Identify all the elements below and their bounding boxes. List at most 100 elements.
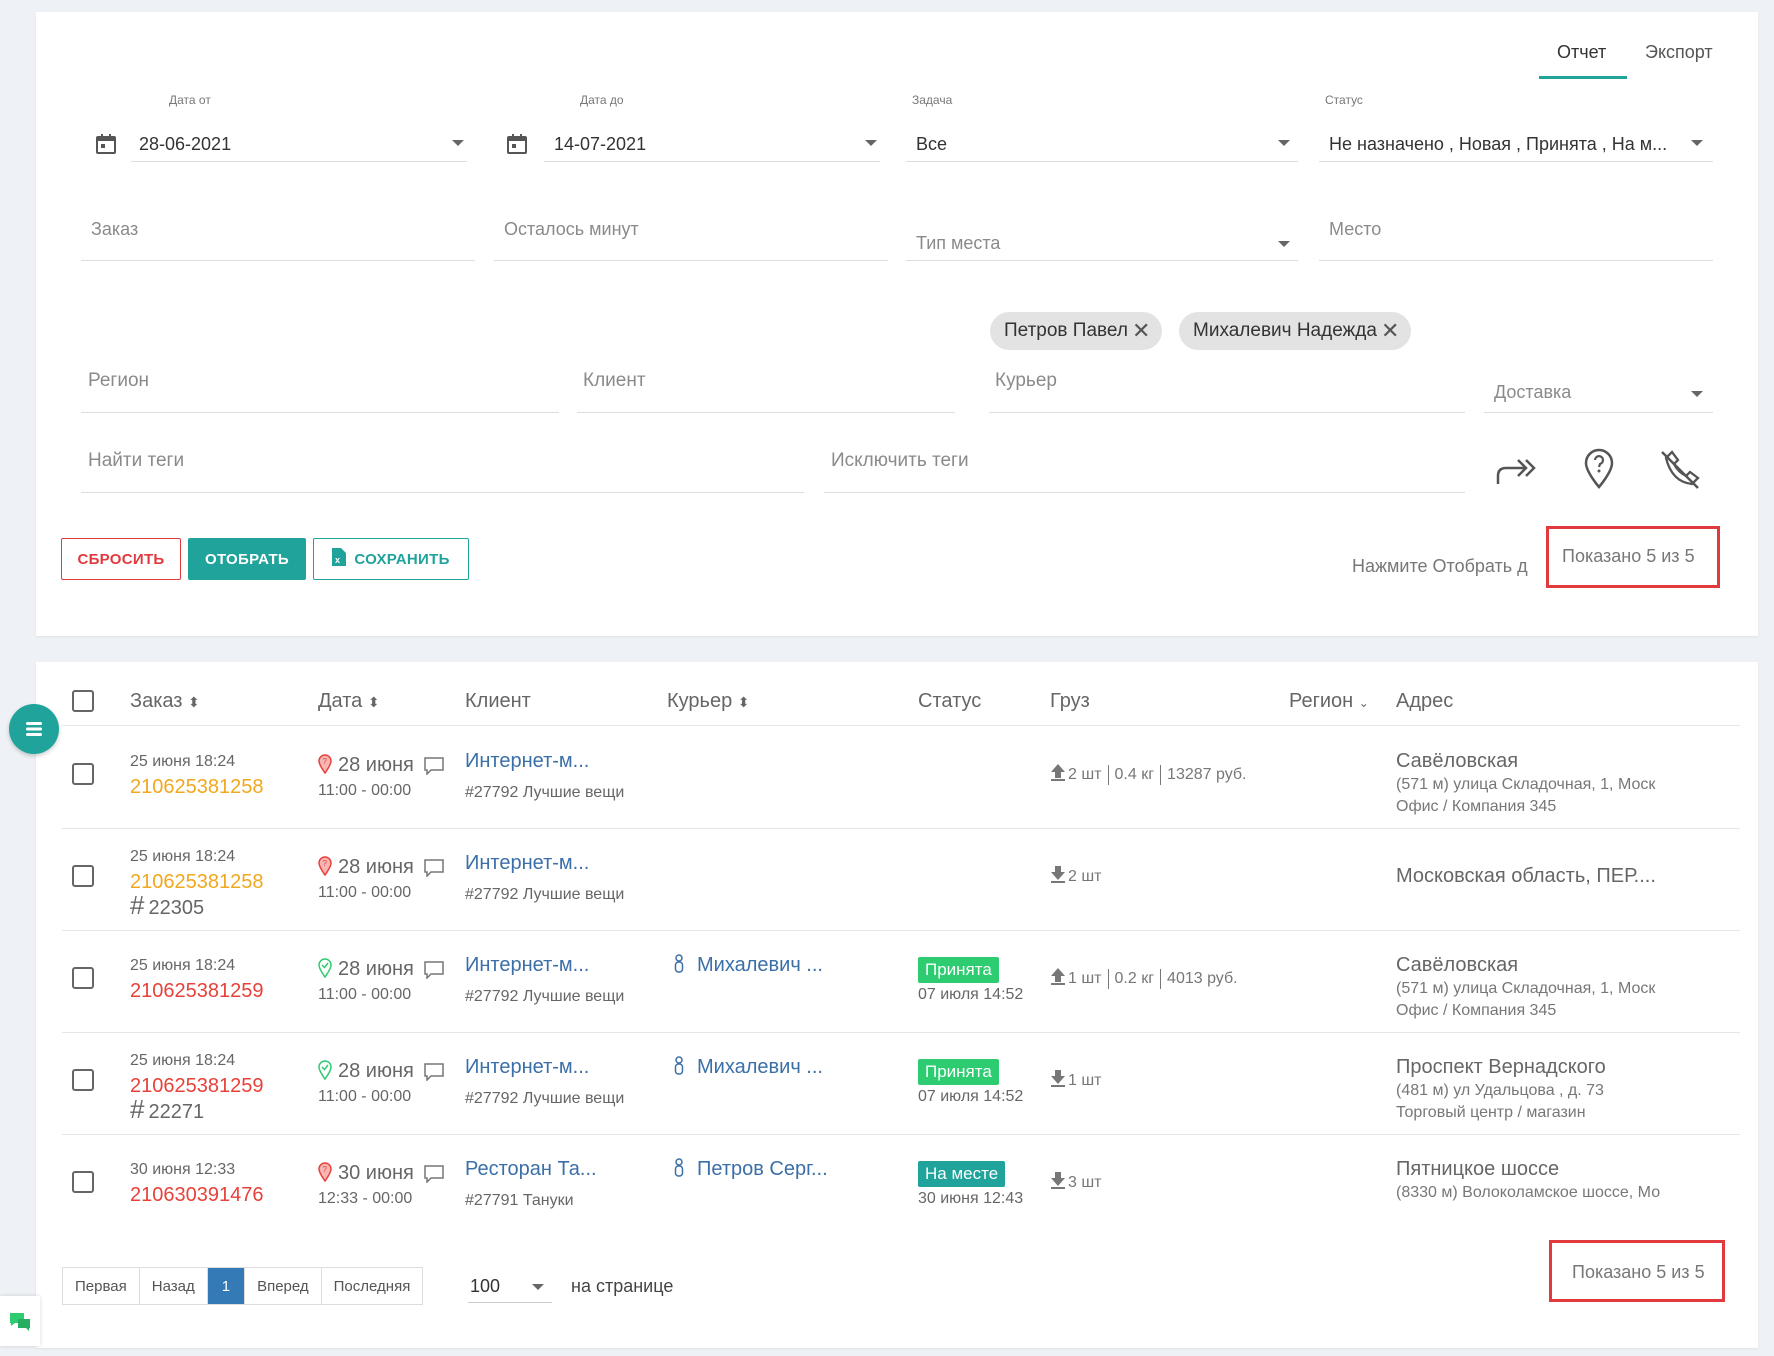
status-badge: На месте <box>918 1161 1006 1187</box>
created-at: 25 июня 18:24 <box>130 753 236 770</box>
row-divider <box>62 930 1740 931</box>
location-question-icon[interactable] <box>1582 448 1616 495</box>
place-type-select[interactable]: Тип места <box>916 233 1000 254</box>
chevron-down-icon[interactable] <box>1278 241 1290 247</box>
region-input[interactable]: Регион <box>88 370 149 392</box>
created-at: 25 июня 18:24 <box>130 1052 236 1069</box>
page-first-button[interactable]: Первая <box>63 1268 140 1304</box>
row-checkbox[interactable] <box>72 1171 94 1193</box>
close-icon[interactable]: ✕ <box>1381 320 1399 342</box>
delivery-time: 11:00 - 00:00 <box>318 1088 412 1105</box>
courier-underline <box>989 412 1465 413</box>
calendar-icon[interactable] <box>94 132 118 161</box>
comment-icon[interactable] <box>424 961 444 984</box>
courier-input[interactable]: Курьер <box>995 370 1057 392</box>
page-next-button[interactable]: Вперед <box>245 1268 322 1304</box>
location-pin-icon: ? <box>318 856 332 881</box>
select-all-checkbox[interactable] <box>72 690 94 712</box>
row-divider <box>62 1134 1740 1135</box>
forward-arrows-icon[interactable] <box>1494 450 1538 495</box>
cargo-divider <box>1160 968 1162 989</box>
select-button[interactable]: ОТОБРАТЬ <box>188 538 306 580</box>
location-pin-icon <box>318 1060 332 1085</box>
row-divider <box>62 828 1740 829</box>
client-link[interactable]: Интернет-м... <box>465 1056 589 1079</box>
page-prev-button[interactable]: Назад <box>140 1268 208 1304</box>
chevron-down-icon[interactable] <box>452 140 464 146</box>
col-region[interactable]: Регион ⌄ <box>1289 690 1369 713</box>
client-link[interactable]: Интернет-м... <box>465 852 589 875</box>
order-tag: #22271 <box>130 1094 204 1125</box>
place-input[interactable]: Место <box>1329 219 1381 240</box>
calendar-icon[interactable] <box>505 132 529 161</box>
task-select[interactable]: Все <box>916 134 947 155</box>
reset-button[interactable]: СБРОСИТЬ <box>61 538 181 580</box>
tab-report-indicator <box>1539 76 1627 79</box>
comment-icon[interactable] <box>424 1165 444 1188</box>
chat-widget[interactable] <box>0 1296 40 1346</box>
location-pin-icon: ? <box>318 1162 332 1187</box>
client-link[interactable]: Интернет-м... <box>465 750 589 773</box>
courier-link[interactable]: Петров Серг... <box>697 1158 828 1181</box>
courier-chip[interactable]: Михалевич Надежда ✕ <box>1179 312 1412 350</box>
delivery-select[interactable]: Доставка <box>1494 382 1571 403</box>
per-page-select[interactable]: 100 <box>468 1272 552 1303</box>
client-account: #27792 Лучшие вещи <box>465 1090 625 1107</box>
tab-export[interactable]: Экспорт <box>1645 42 1713 63</box>
chevron-down-icon[interactable] <box>1278 140 1290 146</box>
row-checkbox[interactable] <box>72 1069 94 1091</box>
menu-fab[interactable] <box>9 704 59 754</box>
page-current-button[interactable]: 1 <box>207 1268 246 1304</box>
status-time: 07 июля 14:52 <box>918 986 1024 1003</box>
status-badge: Принята <box>918 1059 999 1085</box>
chevron-down-icon[interactable] <box>1691 391 1703 397</box>
tab-report[interactable]: Отчет <box>1557 42 1606 63</box>
comment-icon[interactable] <box>424 1063 444 1086</box>
created-at: 25 июня 18:24 <box>130 848 236 865</box>
client-link[interactable]: Интернет-м... <box>465 954 589 977</box>
comment-icon[interactable] <box>424 757 444 780</box>
chevron-down-icon[interactable] <box>1691 140 1703 146</box>
date-to-input[interactable]: 14-07-2021 <box>554 134 646 155</box>
chevron-down-icon: ⌄ <box>1358 696 1369 710</box>
task-label: Задача <box>912 93 953 107</box>
exclude-tags-input[interactable]: Исключить теги <box>831 450 969 472</box>
status-select[interactable]: Не назначено , Новая , Принята , На м... <box>1329 134 1679 155</box>
courier-chip[interactable]: Петров Павел ✕ <box>990 312 1163 350</box>
order-number[interactable]: 210625381258 <box>130 776 263 799</box>
client-underline <box>577 412 955 413</box>
delivery-date: 28 июня <box>338 958 414 980</box>
find-tags-input[interactable]: Найти теги <box>88 450 184 472</box>
col-courier[interactable]: Курьер ⬍ <box>667 690 750 713</box>
courier-link[interactable]: Михалевич ... <box>697 1056 823 1079</box>
row-checkbox[interactable] <box>72 865 94 887</box>
order-underline <box>81 260 475 261</box>
order-number[interactable]: 210630391476 <box>130 1184 263 1207</box>
delivery-time: 11:00 - 00:00 <box>318 884 412 901</box>
courier-link[interactable]: Михалевич ... <box>697 954 823 977</box>
svg-text:x: x <box>335 555 340 565</box>
shown-count-bottom: Показано 5 из 5 <box>1572 1262 1705 1282</box>
client-input[interactable]: Клиент <box>583 370 646 392</box>
download-arrow-icon <box>1050 865 1066 888</box>
minutes-left-input[interactable]: Осталось минут <box>504 219 639 240</box>
col-date[interactable]: Дата ⬍ <box>318 690 380 713</box>
client-link[interactable]: Ресторан Та... <box>465 1158 597 1181</box>
created-at: 25 июня 18:24 <box>130 957 236 974</box>
place-type-underline <box>906 260 1298 261</box>
status-time: 07 июля 14:52 <box>918 1088 1024 1105</box>
order-number[interactable]: 210625381259 <box>130 980 263 1003</box>
close-icon[interactable]: ✕ <box>1132 320 1150 342</box>
chevron-down-icon[interactable] <box>865 140 877 146</box>
date-from-input[interactable]: 28-06-2021 <box>139 134 231 155</box>
col-order[interactable]: Заказ ⬍ <box>130 690 200 713</box>
phone-off-icon[interactable] <box>1658 448 1702 495</box>
order-input[interactable]: Заказ <box>91 219 138 240</box>
page-last-button[interactable]: Последняя <box>322 1268 423 1304</box>
cargo-info: 1 шт <box>1050 1069 1102 1092</box>
row-checkbox[interactable] <box>72 967 94 989</box>
comment-icon[interactable] <box>424 859 444 882</box>
address-title: Московская область, ПЕР.... <box>1396 865 1656 887</box>
save-button[interactable]: x СОХРАНИТЬ <box>313 538 469 580</box>
row-checkbox[interactable] <box>72 763 94 785</box>
